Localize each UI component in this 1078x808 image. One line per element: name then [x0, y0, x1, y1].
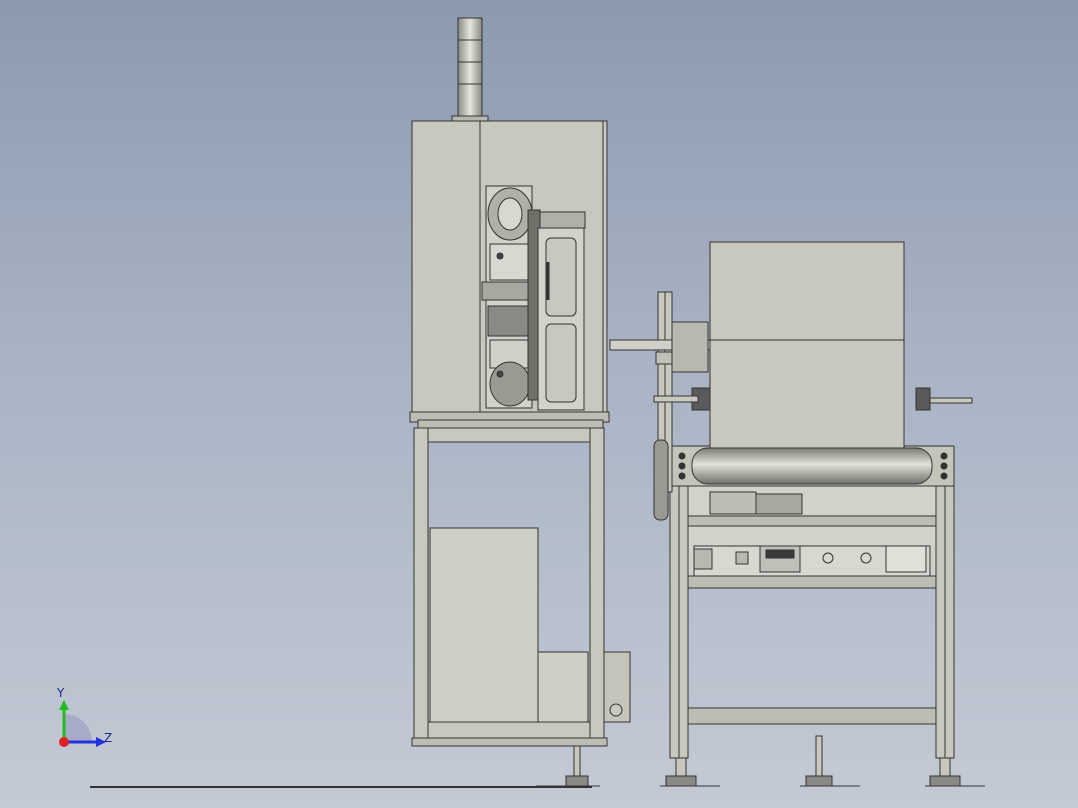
right-upper-box [691, 241, 973, 449]
y-axis-label: Y [57, 686, 65, 700]
leveling-feet [565, 735, 961, 787]
machine-assembly-model[interactable] [0, 0, 1078, 808]
exhaust-stack [451, 17, 489, 123]
cad-viewport[interactable]: Y Z [0, 0, 1078, 808]
view-orientation-triad[interactable]: Y Z [48, 684, 128, 756]
left-lower-frame [411, 427, 631, 747]
inner-mechanism [481, 185, 586, 411]
z-axis-label: Z [104, 731, 113, 745]
right-conveyor-frame [669, 479, 955, 759]
conveyor-roller [671, 445, 955, 487]
floor-lines [90, 785, 985, 788]
